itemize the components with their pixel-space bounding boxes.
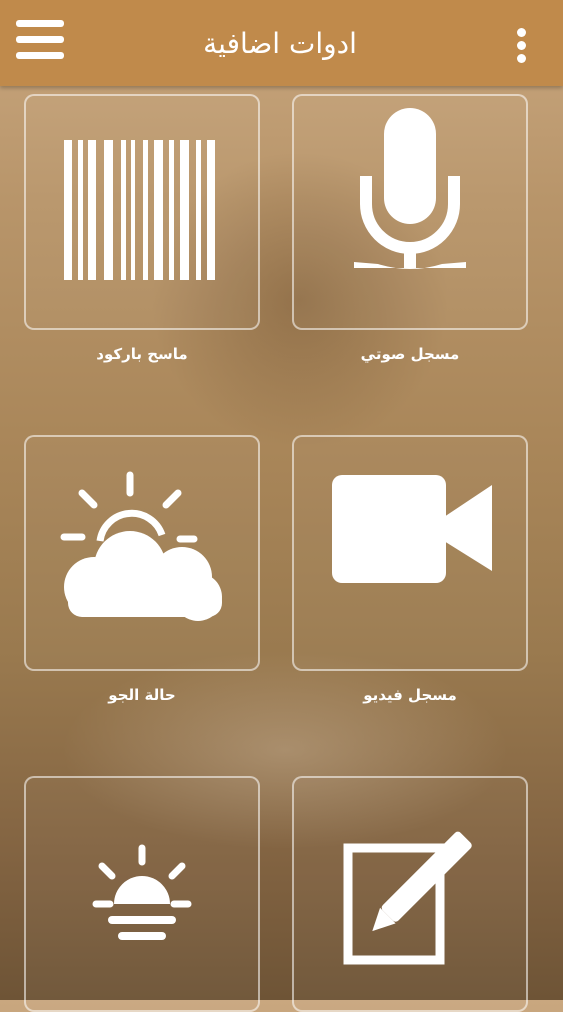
sunrise-icon xyxy=(92,844,192,940)
tool-label: ماسح باركود xyxy=(96,345,188,363)
sunrise-tile[interactable] xyxy=(24,776,260,1012)
weather-cloud-sun-icon xyxy=(60,471,222,621)
page-title: ادوات اضافية xyxy=(203,27,357,60)
tool-label: حالة الجو xyxy=(108,686,176,704)
notepad-tile[interactable] xyxy=(292,776,528,1012)
notepad-pencil-icon xyxy=(343,831,472,965)
video-camera-icon xyxy=(332,475,492,583)
voice-recorder-tile[interactable] xyxy=(292,94,528,330)
overflow-menu-icon[interactable] xyxy=(512,24,532,66)
weather-tile[interactable] xyxy=(24,435,260,671)
hamburger-menu-icon[interactable] xyxy=(14,18,66,62)
tool-label: مسجل فيديو xyxy=(363,686,457,704)
video-recorder-tile[interactable] xyxy=(292,435,528,671)
barcode-icon xyxy=(64,140,215,280)
tool-label: مسجل صوتي xyxy=(360,345,460,363)
app-bar: ادوات اضافية xyxy=(0,0,563,86)
microphone-icon xyxy=(354,108,466,269)
barcode-scanner-tile[interactable] xyxy=(24,94,260,330)
